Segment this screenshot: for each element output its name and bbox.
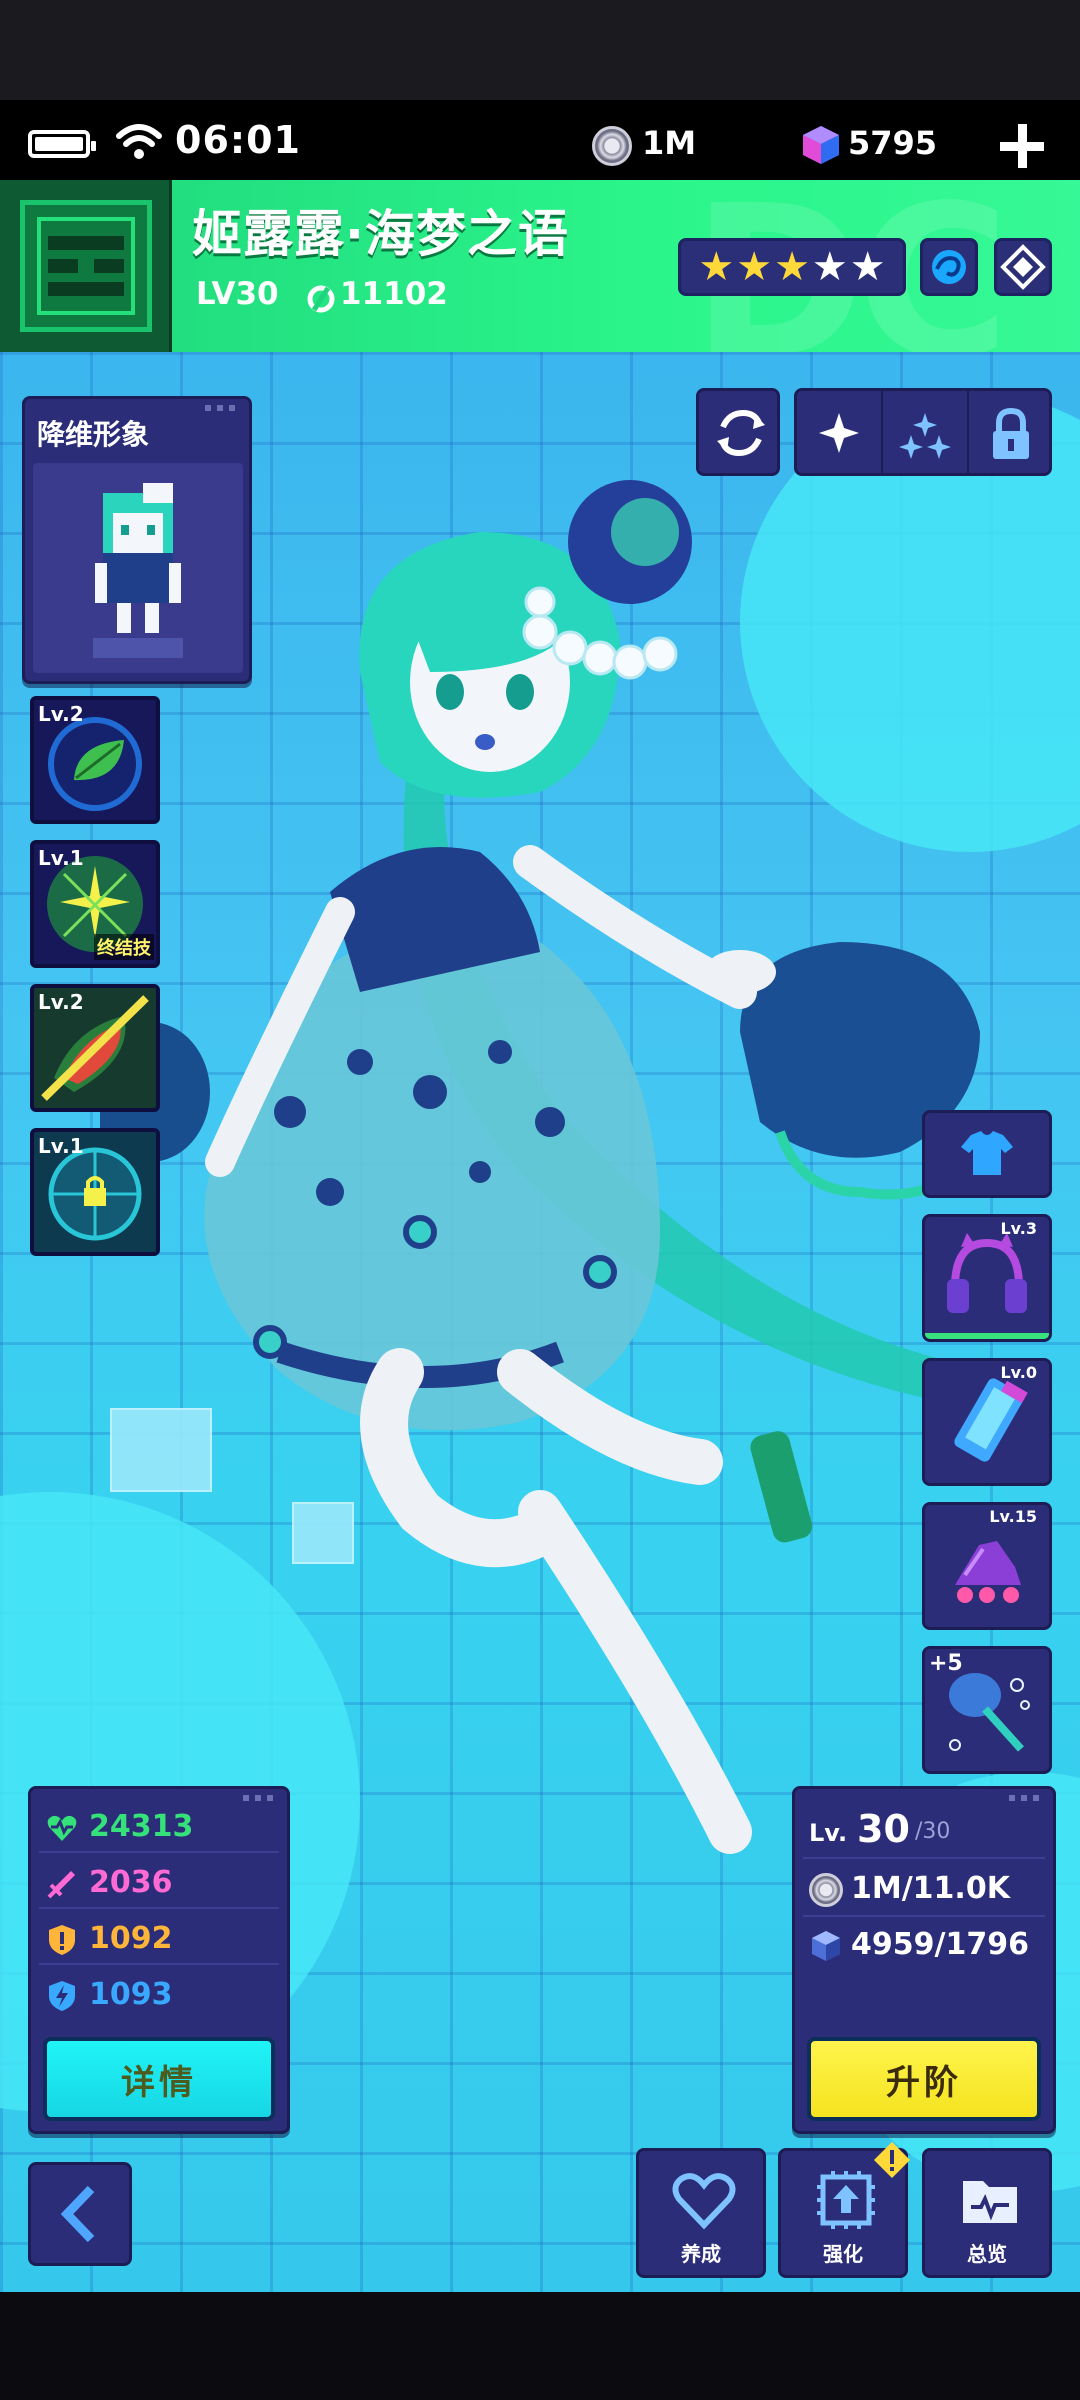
water-swirl-icon: [932, 250, 966, 284]
character-level: LV30: [196, 276, 279, 312]
heart-pulse-icon: [47, 1815, 77, 1841]
skill-level: Lv.1: [38, 1134, 84, 1158]
speed-value: 1093: [89, 1977, 173, 2012]
level-row: Lv. 30 /30: [803, 1805, 1045, 1859]
game-screen: 06:01 1M 5795 DC 姬露露·海梦之语 LV30 11102 ★ ★…: [0, 0, 1080, 2400]
hp-value: 24313: [89, 1809, 194, 1844]
data-cube-icon: [812, 1931, 840, 1961]
lock-button[interactable]: [969, 391, 1053, 473]
level-prefix: Lv.: [809, 1819, 848, 1847]
alert-badge-icon: [874, 2142, 910, 2178]
coin-icon: [809, 1873, 843, 1907]
coin-balance: 1M: [642, 124, 697, 162]
gem-cube-icon: [803, 126, 839, 164]
power-icon: [307, 285, 335, 313]
pixel-avatar-title: 降维形象: [37, 418, 150, 451]
equip-slot-headphones[interactable]: Lv.3: [922, 1214, 1052, 1342]
view-mode-toolbar: [794, 388, 1052, 476]
combat-power: 11102: [340, 276, 448, 312]
star-icon: ★: [849, 244, 886, 290]
shirt-icon: [961, 1131, 1013, 1175]
role-diamond-icon: [1000, 244, 1046, 290]
sparkle-button[interactable]: [797, 391, 883, 473]
element-water-button[interactable]: [920, 238, 978, 296]
coin-cost-row: 1M/11.0K: [803, 1863, 1045, 1917]
class-emblem-icon: [48, 236, 124, 296]
back-button[interactable]: [28, 2162, 132, 2266]
equip-level: Lv.0: [1000, 1363, 1037, 1382]
character-name: 姬露露·海梦之语: [192, 205, 569, 263]
role-type-button[interactable]: [994, 238, 1052, 296]
star-icon: ★: [736, 244, 773, 290]
class-badge: [0, 180, 172, 352]
multi-sparkle-icon: [899, 413, 951, 459]
equip-slot-wand[interactable]: +5: [922, 1646, 1052, 1774]
star-icon: ★: [774, 244, 810, 290]
cube-cost: 4959/1796: [851, 1927, 1029, 1962]
ultimate-skill-tag: 终结技: [94, 934, 154, 960]
stat-speed: 1093: [39, 1971, 279, 2021]
defense-value: 1092: [89, 1921, 173, 1956]
battery-icon: [28, 130, 96, 158]
equip-slot-skates[interactable]: Lv.15: [922, 1502, 1052, 1630]
level-current: 30: [857, 1807, 910, 1851]
sword-icon: [47, 1871, 75, 1899]
details-button[interactable]: 详情: [43, 2037, 275, 2121]
lock-icon: [993, 407, 1029, 459]
nav-cultivate-button[interactable]: 养成: [636, 2148, 766, 2278]
clock-time: 06:01: [175, 118, 301, 162]
nav-overview-label: 总览: [967, 2242, 1007, 2266]
star-icon: ★: [698, 244, 735, 290]
outfit-button[interactable]: [922, 1110, 1052, 1198]
pixel-avatar-image: [33, 463, 243, 673]
coin-icon: [592, 126, 632, 166]
nav-cultivate-label: 养成: [681, 2242, 721, 2266]
upgrade-button[interactable]: 升阶: [807, 2037, 1041, 2121]
chevron-left-icon: [60, 2185, 95, 2243]
folder-pulse-icon: [963, 2181, 1017, 2223]
stat-defense: 1092: [39, 1915, 279, 1965]
add-currency-button[interactable]: [998, 122, 1046, 170]
skill-slot-4[interactable]: Lv.1: [30, 1128, 160, 1256]
level-panel: Lv. 30 /30 1M/11.0K 4959/1796 升阶: [792, 1786, 1056, 2134]
wifi-icon: [116, 124, 162, 159]
attack-value: 2036: [89, 1865, 173, 1900]
equip-level: Lv.15: [989, 1507, 1037, 1526]
stats-panel: 24313 2036 1092 1093 详情: [28, 1786, 290, 2134]
refresh-button[interactable]: [696, 388, 780, 476]
bottom-bar: [0, 2292, 1080, 2400]
nav-overview-button[interactable]: 总览: [922, 2148, 1052, 2278]
character-header: DC 姬露露·海梦之语 LV30 11102 ★ ★ ★ ★ ★: [0, 180, 1080, 352]
heart-icon: [672, 2173, 736, 2230]
sparkle-icon: [819, 413, 859, 453]
skill-slot-2[interactable]: Lv.1 终结技: [30, 840, 160, 968]
skill-level: Lv.2: [38, 990, 84, 1014]
character-illustration: [100, 480, 1000, 1932]
refresh-icon: [717, 409, 765, 457]
gem-balance: 5795: [848, 124, 938, 162]
equip-level: +5: [929, 1651, 963, 1676]
star-rating: ★ ★ ★ ★ ★: [678, 238, 906, 296]
pixel-avatar-panel[interactable]: 降维形象: [22, 396, 252, 684]
star-icon: ★: [811, 244, 848, 290]
nav-enhance-label: 强化: [823, 2242, 863, 2266]
level-max: /30: [915, 1819, 951, 1844]
stat-hp: 24313: [39, 1803, 279, 1853]
skill-slot-3[interactable]: Lv.2: [30, 984, 160, 1112]
skill-level: Lv.2: [38, 702, 84, 726]
stat-attack: 2036: [39, 1859, 279, 1909]
chip-upgrade-icon: [817, 2171, 875, 2229]
coin-cost: 1M/11.0K: [851, 1871, 1010, 1906]
equip-level: Lv.3: [1000, 1219, 1037, 1238]
shield-icon: [49, 1925, 75, 1955]
skill-level: Lv.1: [38, 846, 84, 870]
skill-slot-1[interactable]: Lv.2: [30, 696, 160, 824]
cube-cost-row: 4959/1796: [803, 1919, 1045, 1973]
lightning-shield-icon: [49, 1981, 75, 2011]
multi-sparkle-button[interactable]: [883, 391, 969, 473]
equip-slot-phone[interactable]: Lv.0: [922, 1358, 1052, 1486]
